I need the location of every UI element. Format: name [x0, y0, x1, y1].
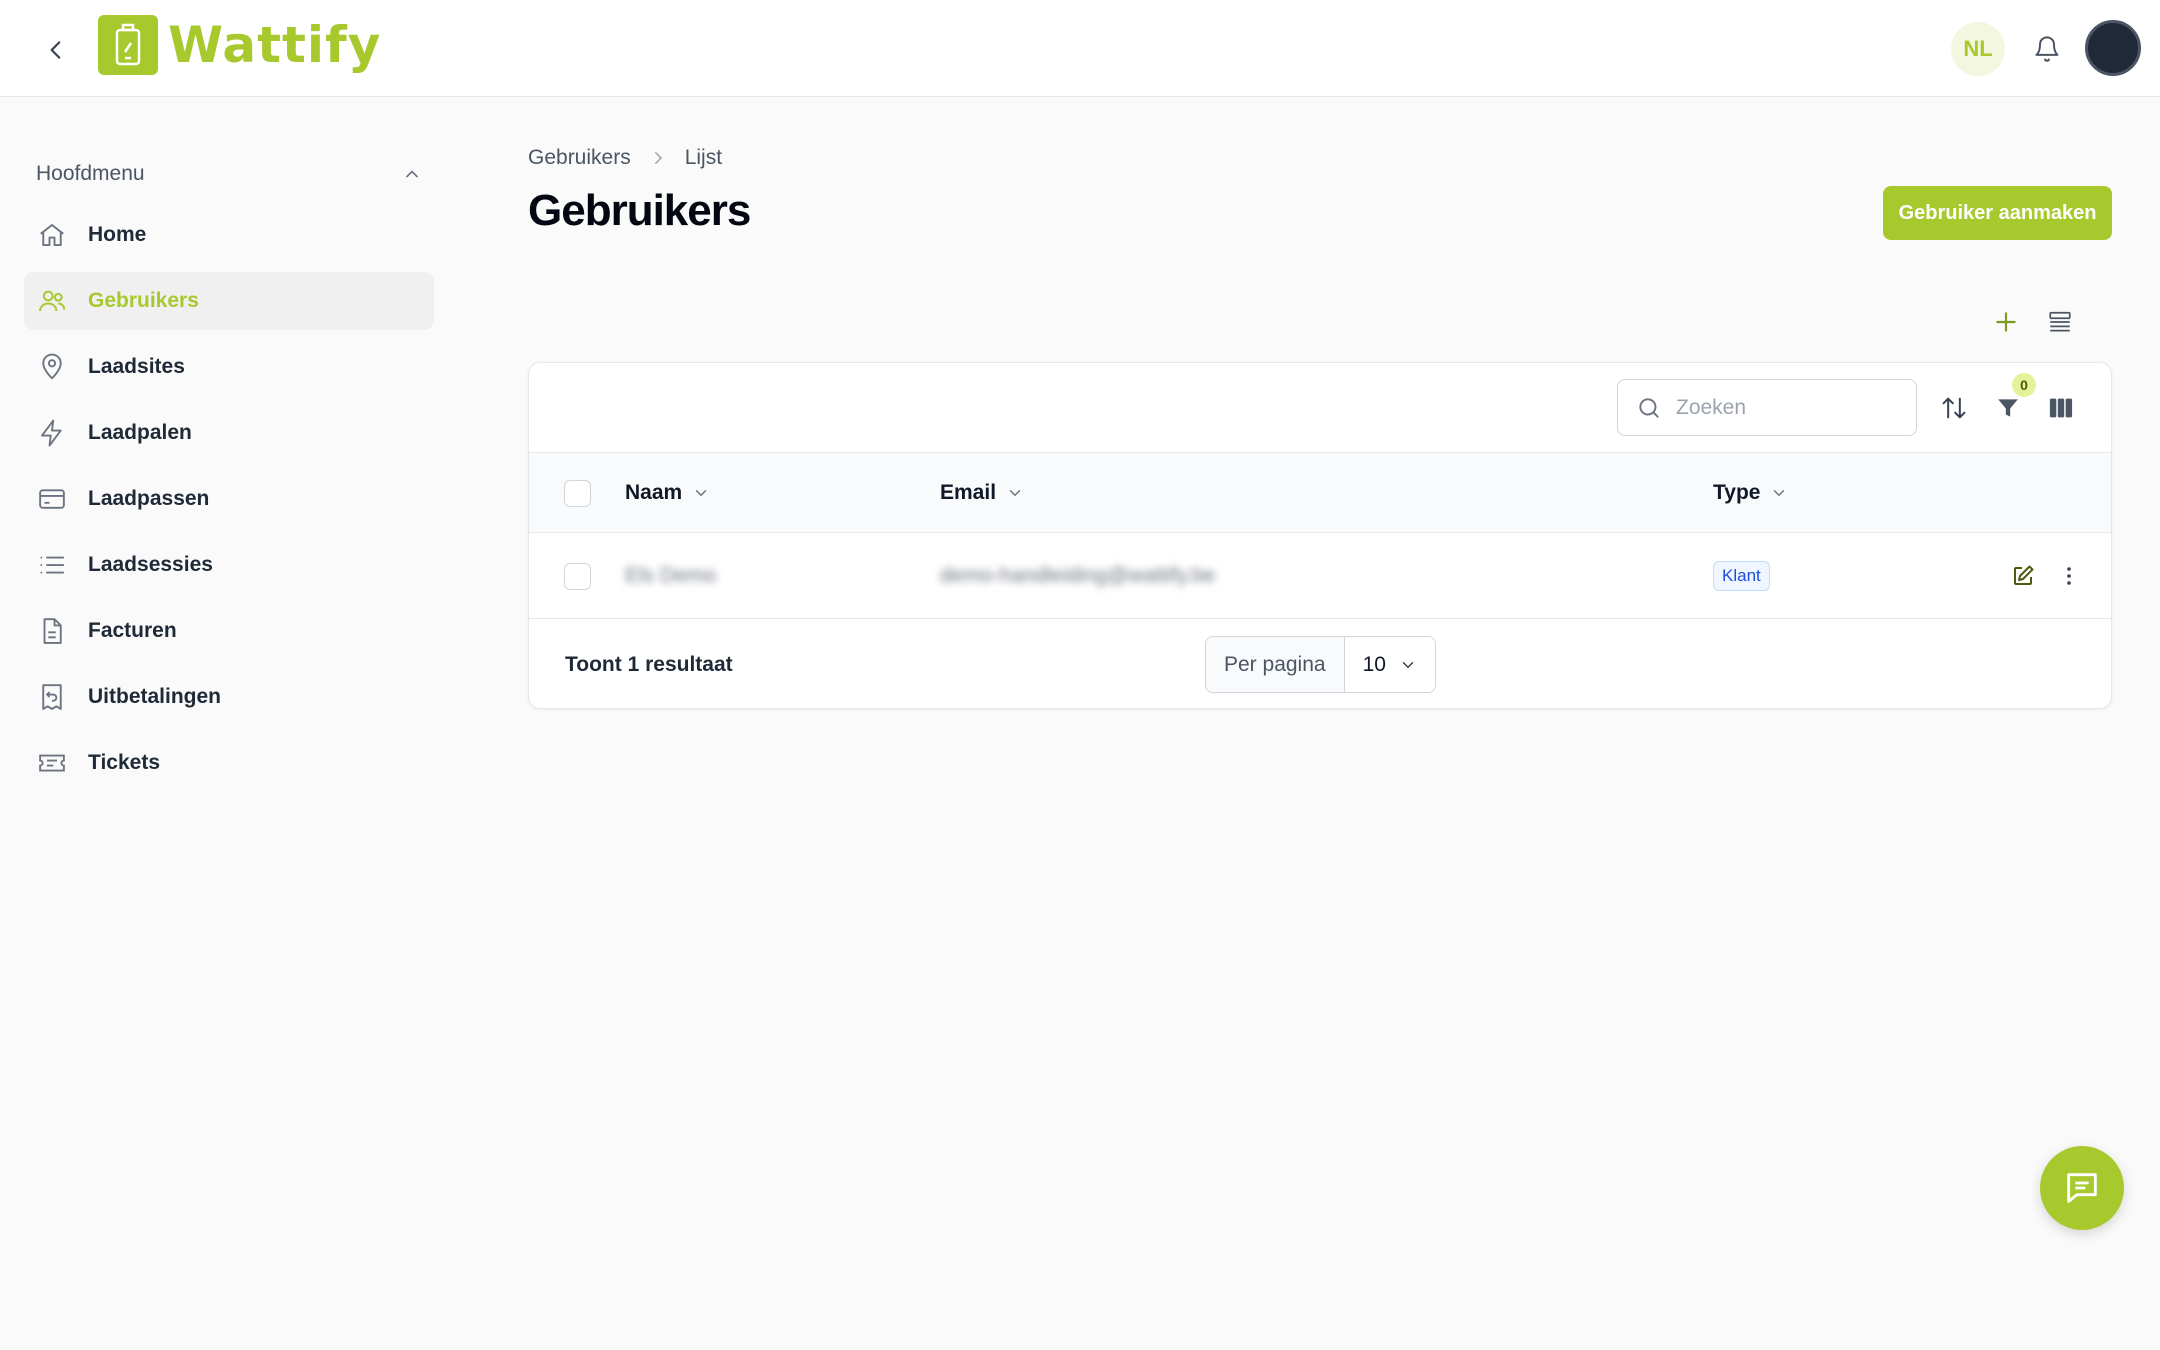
sort-button[interactable]: [1937, 391, 1971, 425]
row-checkbox[interactable]: [564, 563, 591, 590]
per-page-control: Per pagina 10: [1205, 636, 1436, 693]
column-header-label: Email: [940, 481, 997, 504]
notifications-button[interactable]: [2026, 28, 2068, 70]
receipt-refund-icon: [36, 681, 68, 713]
search-icon: [1639, 397, 1659, 418]
chevron-down-icon: [1774, 490, 1785, 497]
search-box[interactable]: [1617, 379, 1917, 436]
sidebar-item-gebruikers[interactable]: Gebruikers: [24, 272, 434, 330]
per-page-select[interactable]: 10: [1344, 637, 1435, 692]
cell-type: Klant: [1713, 533, 1770, 619]
breadcrumb-parent[interactable]: Gebruikers: [528, 146, 631, 170]
sidebar-item-label: Laadsites: [88, 355, 185, 378]
type-badge: Klant: [1713, 561, 1770, 591]
map-pin-icon: [36, 351, 68, 383]
sidebar-group-header[interactable]: Hoofdmenu: [24, 150, 434, 198]
sidebar-item-label: Uitbetalingen: [88, 685, 222, 708]
per-page-label: Per pagina: [1206, 637, 1345, 692]
view-toggle-button[interactable]: [2044, 306, 2076, 338]
bell-icon: [2035, 36, 2059, 62]
document-icon: [36, 615, 68, 647]
column-header-label: Naam: [625, 481, 683, 504]
sidebar-item-label: Home: [88, 223, 147, 246]
ellipsis-vertical-icon: [2067, 567, 2071, 585]
sidebar: Hoofdmenu Home Gebruikers Laadsites Laad…: [24, 150, 434, 800]
edit-button[interactable]: [2007, 560, 2039, 592]
chevron-down-icon: [1009, 490, 1021, 497]
battery-icon: [98, 15, 158, 75]
filter-count-badge: 0: [2012, 373, 2036, 397]
plus-icon: [1996, 312, 2016, 332]
sidebar-item-label: Tickets: [88, 751, 160, 774]
sidebar-item-label: Facturen: [88, 619, 177, 642]
view-columns-icon: [2049, 398, 2073, 418]
sidebar-item-tickets[interactable]: Tickets: [24, 734, 434, 792]
chat-bubble-icon: [2067, 1173, 2097, 1203]
ticket-icon: [36, 747, 68, 779]
user-avatar[interactable]: [2085, 20, 2141, 76]
result-count: Toont 1 resultaat: [565, 652, 733, 676]
top-bar: Wattify NL: [0, 0, 2160, 97]
queue-list-icon: [2049, 311, 2071, 332]
chevron-down-icon: [1402, 661, 1413, 668]
users-table-card: 0 Naam Email Type Els Demo demo-handleid…: [528, 362, 2112, 709]
chevron-right-icon: [654, 152, 662, 164]
cell-name: Els Demo: [625, 564, 717, 587]
brand-name: Wattify: [168, 16, 382, 74]
pencil-square-icon: [2014, 565, 2034, 585]
credit-card-icon: [36, 483, 68, 515]
sidebar-item-label: Laadpassen: [88, 487, 210, 510]
sidebar-item-label: Gebruikers: [88, 289, 199, 312]
page-title: Gebruikers: [528, 186, 751, 235]
search-input[interactable]: [1676, 395, 1896, 420]
list-icon: [36, 549, 68, 581]
funnel-icon: [1998, 399, 2018, 417]
sidebar-item-home[interactable]: Home: [24, 206, 434, 264]
chevron-left-icon: [50, 41, 61, 59]
language-switcher[interactable]: NL: [1951, 22, 2005, 76]
sidebar-item-laadpassen[interactable]: Laadpassen: [24, 470, 434, 528]
cell-email: demo-handleiding@wattify.be: [940, 564, 1216, 587]
table-toolbar: 0: [529, 363, 2111, 453]
chat-button[interactable]: [2040, 1146, 2124, 1230]
table-footer: Toont 1 resultaat Per pagina 10: [529, 619, 2111, 708]
column-header-label: Type: [1713, 481, 1761, 504]
column-header-email[interactable]: Email: [940, 453, 1024, 533]
add-widget-button[interactable]: [1990, 306, 2022, 338]
back-button[interactable]: [36, 30, 76, 70]
column-header-name[interactable]: Naam: [625, 453, 710, 533]
breadcrumb: Gebruikers Lijst: [528, 146, 722, 170]
sidebar-item-laadsessies[interactable]: Laadsessies: [24, 536, 434, 594]
create-user-button[interactable]: Gebruiker aanmaken: [1883, 186, 2112, 240]
sidebar-item-label: Laadpalen: [88, 421, 192, 444]
column-header-type[interactable]: Type: [1713, 453, 1788, 533]
sidebar-group-title: Hoofdmenu: [36, 162, 145, 185]
row-actions-button[interactable]: [2053, 560, 2085, 592]
bolt-icon: [36, 417, 68, 449]
sidebar-item-laadsites[interactable]: Laadsites: [24, 338, 434, 396]
select-all-checkbox[interactable]: [564, 480, 591, 507]
chevron-up-icon: [406, 170, 418, 178]
breadcrumb-current: Lijst: [684, 146, 723, 169]
columns-button[interactable]: [2044, 391, 2078, 425]
home-icon: [36, 219, 68, 251]
table-header: Naam Email Type: [529, 453, 2111, 533]
arrows-up-down-icon: [1942, 397, 1966, 419]
users-icon: [36, 285, 68, 317]
sidebar-item-laadpalen[interactable]: Laadpalen: [24, 404, 434, 462]
logo[interactable]: Wattify: [98, 14, 381, 76]
sidebar-item-label: Laadsessies: [88, 553, 213, 576]
sidebar-item-facturen[interactable]: Facturen: [24, 602, 434, 660]
per-page-value: 10: [1362, 652, 1386, 676]
table-row[interactable]: Els Demo demo-handleiding@wattify.be Kla…: [529, 533, 2111, 619]
sidebar-item-uitbetalingen[interactable]: Uitbetalingen: [24, 668, 434, 726]
chevron-down-icon: [695, 490, 707, 497]
